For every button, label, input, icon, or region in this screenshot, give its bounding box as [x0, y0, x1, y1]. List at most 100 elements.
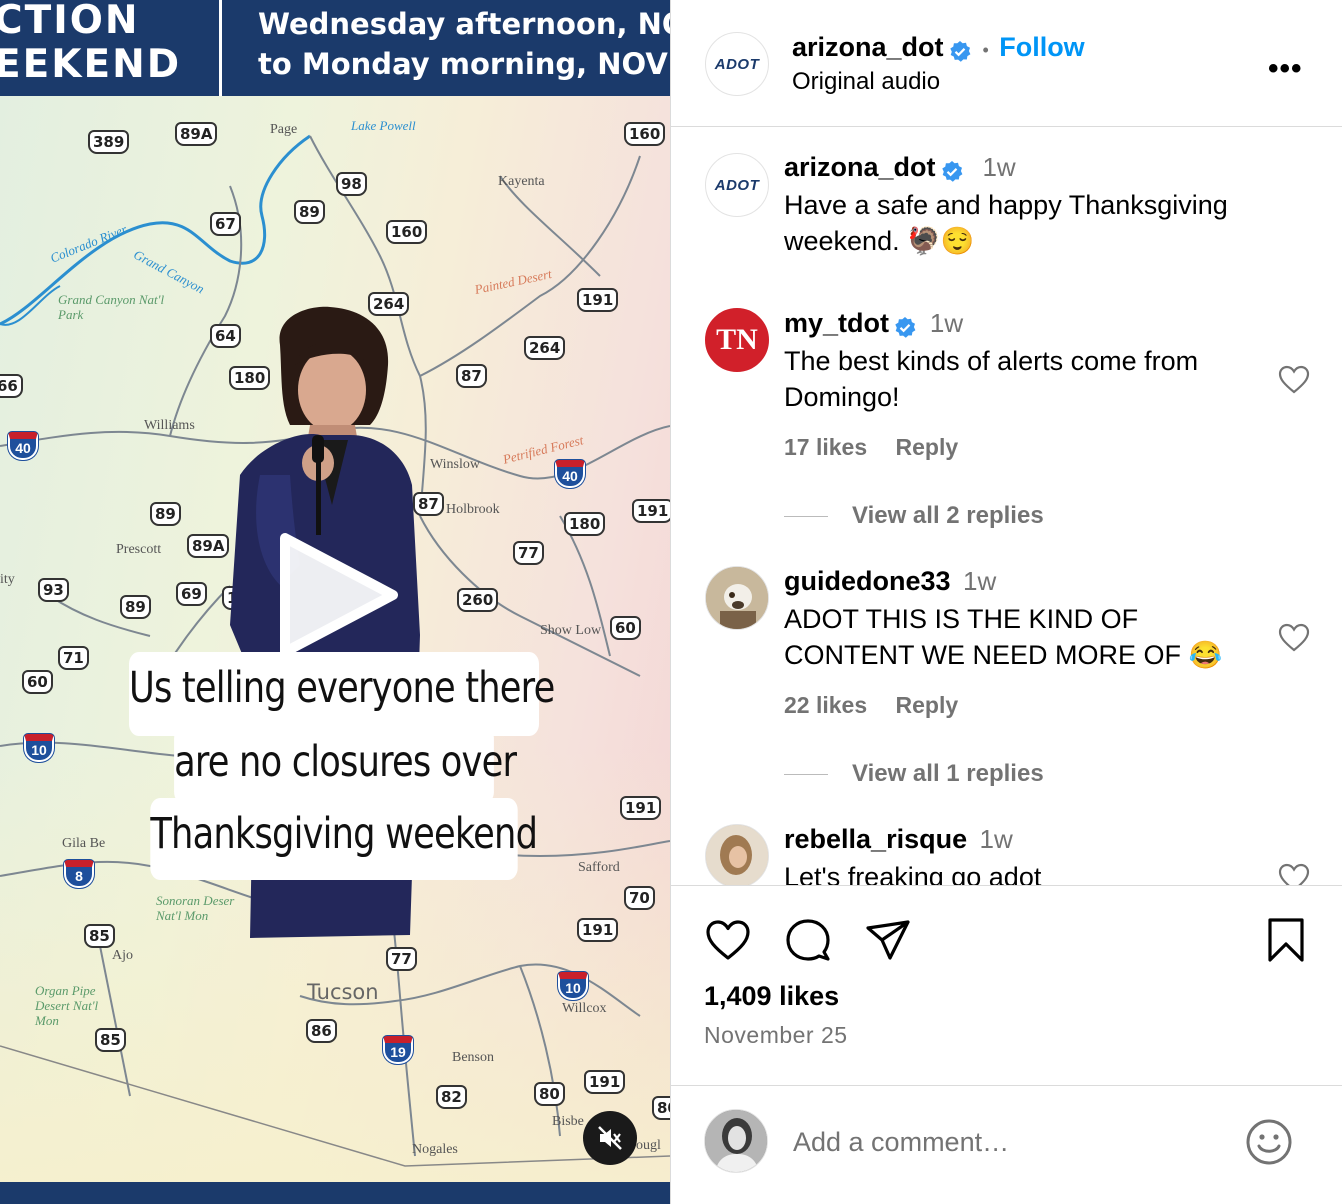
share-send-icon[interactable] [864, 916, 912, 964]
follow-button[interactable]: Follow [999, 32, 1084, 62]
more-options-icon[interactable]: ••• [1268, 52, 1303, 86]
city-label: Tucson [307, 980, 379, 1004]
comment-username[interactable]: guidedone33 [784, 566, 951, 596]
like-comment-heart-icon[interactable] [1278, 862, 1310, 885]
comment-text: Let's freaking go adot [784, 862, 1042, 885]
view-replies-button[interactable]: View all 1 replies [784, 760, 1044, 788]
route-shield: 191 [584, 1070, 626, 1094]
banner-date-range: Wednesday afternoon, NOV 2 to Monday mor… [258, 4, 670, 84]
view-replies-label: View all 1 replies [852, 760, 1044, 787]
comment-likes[interactable]: 17 likes [784, 434, 867, 460]
banner-right-line1: Wednesday afternoon, NOV 2 [258, 7, 670, 41]
comment-header: rebella_risque 1w [784, 824, 1013, 855]
video-bottom-strip [0, 1182, 670, 1204]
reply-button[interactable]: Reply [896, 692, 959, 718]
save-bookmark-icon[interactable] [1262, 916, 1310, 964]
author-line: arizona_dot • Follow [792, 32, 1085, 64]
comment-header: guidedone33 1w [784, 566, 996, 597]
view-replies-label: View all 2 replies [852, 502, 1044, 529]
place-label: Safford [578, 860, 620, 875]
author-username[interactable]: arizona_dot [792, 32, 944, 62]
route-shield: 69 [176, 582, 207, 606]
place-label: Nogales [412, 1142, 458, 1157]
emoji-smile-icon[interactable] [1244, 1117, 1294, 1167]
place-label: ougl [636, 1138, 661, 1153]
route-shield: 87 [456, 364, 487, 388]
view-replies-button[interactable]: View all 2 replies [784, 502, 1044, 530]
place-label: ity [0, 572, 15, 587]
likes-count[interactable]: 1,409 likes [704, 981, 839, 1012]
place-label: Williams [144, 418, 195, 433]
route-shield: 389 [88, 130, 130, 154]
route-shield: 82 [436, 1085, 467, 1109]
route-shield: 93 [38, 578, 69, 602]
post-header: ADOT arizona_dot • Follow Original audio… [671, 0, 1342, 127]
place-label: Kayenta [498, 174, 545, 189]
like-heart-icon[interactable] [704, 916, 752, 964]
comment-username[interactable]: rebella_risque [784, 824, 967, 854]
profile-photo [706, 825, 768, 885]
route-shield: 89 [120, 595, 151, 619]
place-label: Bisbe [552, 1114, 584, 1129]
route-shield: 191 [632, 499, 670, 523]
add-comment-bar [671, 1085, 1342, 1204]
replies-divider [784, 774, 828, 776]
comment-meta: 17 likes Reply [784, 434, 980, 461]
banner-left-line1: CTION [0, 0, 140, 43]
place-label: Holbrook [446, 502, 500, 517]
place-label: Benson [452, 1050, 494, 1065]
place-label: Show Low [540, 623, 602, 638]
caption-line: Thanksgiving weekend [150, 798, 538, 880]
author-avatar[interactable]: ADOT [705, 32, 769, 96]
route-shield: 180 [564, 512, 606, 536]
caption-username[interactable]: arizona_dot [784, 152, 936, 182]
route-shield: 70 [624, 886, 655, 910]
reply-button[interactable]: Reply [896, 434, 959, 460]
comment-header: my_tdot 1w [784, 308, 963, 340]
current-user-avatar [704, 1109, 768, 1173]
route-shield: 60 [22, 670, 53, 694]
like-comment-heart-icon[interactable] [1278, 364, 1310, 396]
comment-time[interactable]: 1w [930, 308, 963, 338]
commenter-avatar[interactable]: TN [705, 308, 769, 372]
verified-badge-icon [942, 160, 963, 182]
caption-time[interactable]: 1w [982, 152, 1015, 182]
commenter-avatar[interactable] [705, 824, 769, 885]
water-label: Lake Powell [351, 118, 416, 133]
comment-time[interactable]: 1w [963, 566, 996, 596]
post-actions: 1,409 likes November 25 [671, 885, 1342, 1085]
adot-logo: ADOT [714, 176, 760, 194]
interstate-shield: 40 [8, 432, 38, 460]
current-user-photo [705, 1110, 767, 1172]
route-shield: 86 [306, 1019, 337, 1043]
audio-label[interactable]: Original audio [792, 68, 940, 96]
commenter-avatar[interactable] [705, 566, 769, 630]
comment-username[interactable]: my_tdot [784, 308, 889, 338]
comment-likes[interactable]: 22 likes [784, 692, 867, 718]
place-label: Ajo [112, 948, 133, 963]
comment-time[interactable]: 1w [980, 824, 1013, 854]
route-shield: 160 [386, 220, 428, 244]
post-date[interactable]: November 25 [704, 1022, 848, 1049]
route-shield: 89 [294, 200, 325, 224]
mute-button[interactable] [583, 1111, 637, 1165]
comments-list[interactable]: ADOT arizona_dot 1w Have a safe and happ… [671, 128, 1342, 885]
comment-text: ADOT THIS IS THE KIND OF CONTENT WE NEED… [784, 604, 1223, 670]
route-shield: 80 [534, 1082, 565, 1106]
like-comment-heart-icon[interactable] [1278, 622, 1310, 654]
reel-video[interactable]: CTION EEKEND Wednesday afternoon, NOV 2 … [0, 0, 670, 1204]
video-caption: Us telling everyone there are no closure… [84, 652, 584, 882]
place-label: Willcox [562, 1001, 607, 1016]
caption-line: are no closures over [174, 726, 517, 804]
adot-logo: ADOT [714, 55, 760, 73]
caption-avatar[interactable]: ADOT [705, 153, 769, 217]
banner-left-block: CTION EEKEND [0, 0, 222, 96]
caption-line: Us telling everyone there [129, 652, 555, 736]
route-shield: 77 [513, 541, 544, 565]
comment-bubble-icon[interactable] [784, 916, 832, 964]
place-label: Page [270, 122, 298, 137]
play-icon[interactable] [277, 530, 401, 660]
muted-speaker-icon [598, 1126, 622, 1150]
comment-input[interactable] [793, 1122, 1233, 1162]
banner-right-line2: to Monday morning, NOV 27 [258, 47, 670, 81]
